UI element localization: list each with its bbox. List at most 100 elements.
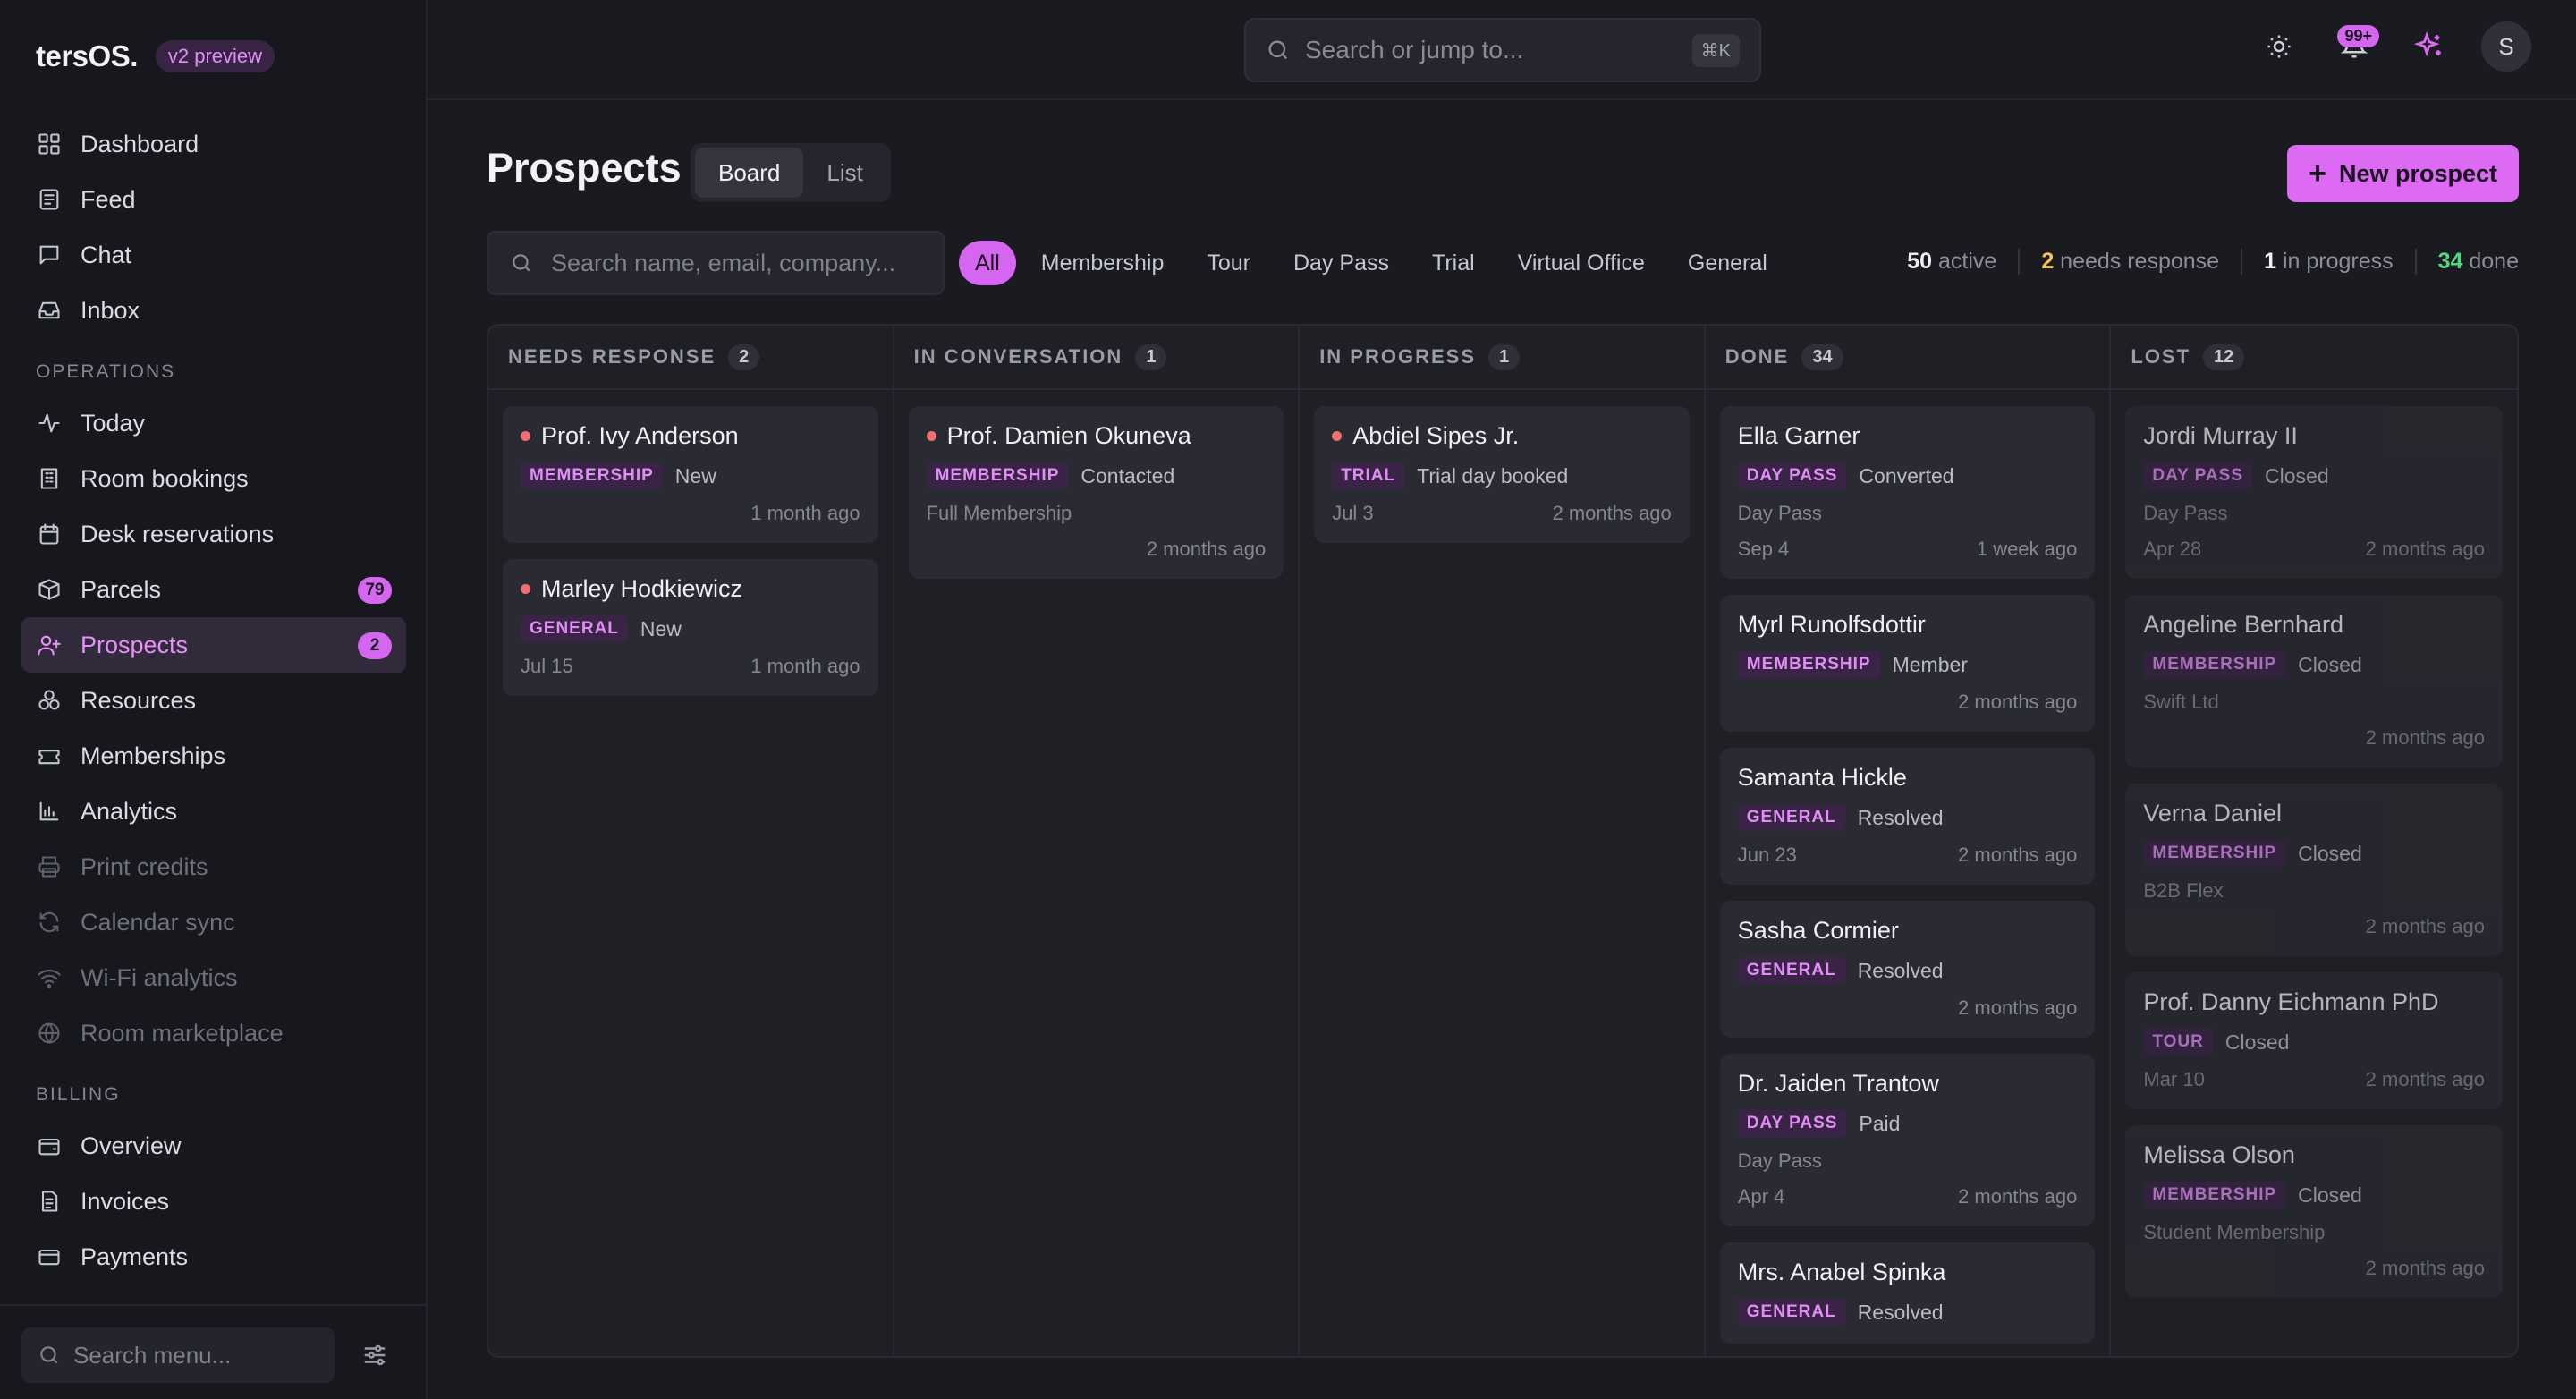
sidebar-item-calendar-sync[interactable]: Calendar sync xyxy=(21,895,406,950)
prospect-card[interactable]: Marley Hodkiewicz GENERAL New Jul 15 1 month… xyxy=(503,559,878,696)
type-filter-chips: All Membership Tour Day Pass Trial Virtual Of… xyxy=(959,241,1789,285)
status-text: Resolved xyxy=(1857,1300,1944,1324)
filter-chip-day-pass[interactable]: Day Pass xyxy=(1272,241,1411,285)
stat-in-progress[interactable]: 1 in progress xyxy=(2241,249,2415,275)
prospect-name-row: Angeline Bernhard xyxy=(2143,611,2485,639)
card-tags: MEMBERSHIP Contacted xyxy=(926,462,1267,489)
global-search-input[interactable]: Search or jump to... ⌘K xyxy=(1244,18,1761,82)
filter-chip-all[interactable]: All xyxy=(959,241,1016,285)
stat-needs-response[interactable]: 2 needs response xyxy=(2018,249,2241,275)
column-header: IN CONVERSATION 1 xyxy=(894,326,1299,390)
sidebar-item-overview[interactable]: Overview xyxy=(21,1118,406,1174)
card-date: Jul 15 xyxy=(521,655,573,677)
card-detail: B2B Flex xyxy=(2143,879,2224,902)
prospect-card[interactable]: Prof. Danny Eichmann PhD TOUR Closed Mar 10… xyxy=(2125,972,2503,1109)
sidebar-item-resources[interactable]: Resources xyxy=(21,673,406,728)
prospect-card[interactable]: Angeline Bernhard MEMBERSHIP Closed Swift L… xyxy=(2125,595,2503,767)
sliders-icon[interactable] xyxy=(361,1342,388,1369)
prospect-name-row: Ella Garner xyxy=(1738,422,2078,450)
prospect-name-row: Mrs. Anabel Spinka xyxy=(1738,1259,2078,1286)
prospect-name: Prof. Ivy Anderson xyxy=(541,422,739,449)
sidebar-item-room-marketplace[interactable]: Room marketplace xyxy=(21,1005,406,1061)
wallet-icon xyxy=(36,1132,63,1159)
card-updated: 1 month ago xyxy=(750,655,860,677)
theme-toggle-button[interactable] xyxy=(2252,20,2306,73)
sidebar-item-label: Analytics xyxy=(80,797,178,825)
new-prospect-button[interactable]: + New prospect xyxy=(2287,145,2519,202)
prospect-card[interactable]: Abdiel Sipes Jr. TRIAL Trial day booked Jul… xyxy=(1314,406,1690,543)
plus-icon: + xyxy=(2309,157,2326,191)
sidebar-item-chat[interactable]: Chat xyxy=(21,227,406,283)
list-view-tab[interactable]: List xyxy=(803,148,886,198)
sidebar-item-label: Feed xyxy=(80,185,136,213)
filter-chip-tour[interactable]: Tour xyxy=(1185,241,1272,285)
prospect-card[interactable]: Dr. Jaiden Trantow DAY PASS Paid Day Pass Ap… xyxy=(1719,1054,2096,1226)
prospect-card[interactable]: Verna Daniel MEMBERSHIP Closed B2B Flex 2 mo… xyxy=(2125,784,2503,956)
topbar: Search or jump to... ⌘K 99+ S xyxy=(428,0,2576,100)
card-updated: 2 months ago xyxy=(2365,1257,2485,1279)
sidebar-item-invoices[interactable]: Invoices xyxy=(21,1174,406,1229)
column-header: IN PROGRESS 1 xyxy=(1300,326,1704,390)
prospect-card[interactable]: Samanta Hickle GENERAL Resolved Jun 23 2 mon… xyxy=(1719,748,2096,885)
prospect-name: Ella Garner xyxy=(1737,422,1860,449)
unread-dot xyxy=(926,431,936,441)
card-list: Prof. Damien Okuneva MEMBERSHIP Contacted F… xyxy=(894,390,1299,611)
sidebar-item-inbox[interactable]: Inbox xyxy=(21,283,406,338)
column-title: LOST xyxy=(2131,345,2191,368)
activity-icon xyxy=(36,410,63,437)
prospect-card[interactable]: Sasha Cormier GENERAL Resolved 2 months ago xyxy=(1719,901,2096,1038)
prospect-name: Verna Daniel xyxy=(2143,800,2282,827)
package-icon xyxy=(36,576,63,603)
ai-assistant-button[interactable] xyxy=(2402,20,2456,73)
sidebar-item-label: Desk reservations xyxy=(80,520,275,547)
type-tag: MEMBERSHIP xyxy=(1737,651,1880,678)
filter-chip-general[interactable]: General xyxy=(1666,241,1789,285)
sidebar-item-label: Memberships xyxy=(80,742,226,769)
stat-done[interactable]: 34 done xyxy=(2414,249,2519,275)
sidebar-item-label: Invoices xyxy=(80,1187,170,1215)
sidebar-item-today[interactable]: Today xyxy=(21,395,406,451)
prospect-card[interactable]: Prof. Damien Okuneva MEMBERSHIP Contacted F… xyxy=(908,406,1284,579)
sidebar-item-payments[interactable]: Payments xyxy=(21,1229,406,1285)
sidebar-item-feed[interactable]: Feed xyxy=(21,172,406,227)
prospect-card[interactable]: Jordi Murray II DAY PASS Closed Day Pass Apr… xyxy=(2125,406,2503,579)
stat-active[interactable]: 50 active xyxy=(1907,249,2018,275)
prospect-search-input[interactable]: Search name, email, company... xyxy=(487,231,945,295)
sidebar-item-desk-reservations[interactable]: Desk reservations xyxy=(21,506,406,562)
card-tags: DAY PASS Paid xyxy=(1737,1110,2078,1137)
prospect-card[interactable]: Melissa Olson MEMBERSHIP Closed Student Mem… xyxy=(2125,1125,2503,1298)
card-tags: GENERAL New xyxy=(521,615,860,642)
sidebar-item-label: Payments xyxy=(80,1242,189,1270)
brand-name: tersOS. xyxy=(36,39,138,72)
stat-label: done xyxy=(2469,249,2519,274)
sidebar-item-prospects[interactable]: Prospects 2 xyxy=(21,617,406,673)
prospect-card[interactable]: Myrl Runolfsdottir MEMBERSHIP Member 2 mont… xyxy=(1719,595,2096,732)
card-detail: Full Membership xyxy=(926,502,1072,524)
sidebar-item-room-bookings[interactable]: Room bookings xyxy=(21,451,406,506)
status-text: Closed xyxy=(2298,1183,2362,1207)
sidebar-item-memberships[interactable]: Memberships xyxy=(21,728,406,784)
user-avatar[interactable]: S xyxy=(2481,21,2531,72)
prospect-card[interactable]: Mrs. Anabel Spinka GENERAL Resolved xyxy=(1719,1242,2096,1344)
status-text: New xyxy=(640,616,682,640)
filter-chip-trial[interactable]: Trial xyxy=(1411,241,1496,285)
sidebar-item-parcels[interactable]: Parcels 79 xyxy=(21,562,406,617)
column-title: IN PROGRESS xyxy=(1319,345,1476,368)
search-icon xyxy=(38,1344,73,1367)
filter-chip-membership[interactable]: Membership xyxy=(1020,241,1186,285)
board-view-tab[interactable]: Board xyxy=(695,148,804,198)
card-updated: 2 months ago xyxy=(1146,538,1267,560)
sidebar-item-dashboard[interactable]: Dashboard xyxy=(21,116,406,172)
menu-search-input[interactable]: Search menu... xyxy=(21,1327,335,1383)
prospect-name: Dr. Jaiden Trantow xyxy=(1737,1070,1939,1097)
filter-chip-virtual-office[interactable]: Virtual Office xyxy=(1496,241,1666,285)
prospect-card[interactable]: Ella Garner DAY PASS Converted Day Pass Sep … xyxy=(1719,406,2096,579)
brand[interactable]: tersOS. v2 preview xyxy=(36,39,275,73)
prospect-card[interactable]: Prof. Ivy Anderson MEMBERSHIP New 1 month a… xyxy=(503,406,878,543)
sidebar-item-wi-fi-analytics[interactable]: Wi-Fi analytics xyxy=(21,950,406,1005)
sidebar-item-print-credits[interactable]: Print credits xyxy=(21,839,406,895)
sidebar-item-label: Prospects xyxy=(80,631,189,658)
card-list: Abdiel Sipes Jr. TRIAL Trial day booked Jul… xyxy=(1300,390,1704,575)
notifications-button[interactable]: 99+ xyxy=(2327,20,2381,73)
sidebar-item-analytics[interactable]: Analytics xyxy=(21,784,406,839)
